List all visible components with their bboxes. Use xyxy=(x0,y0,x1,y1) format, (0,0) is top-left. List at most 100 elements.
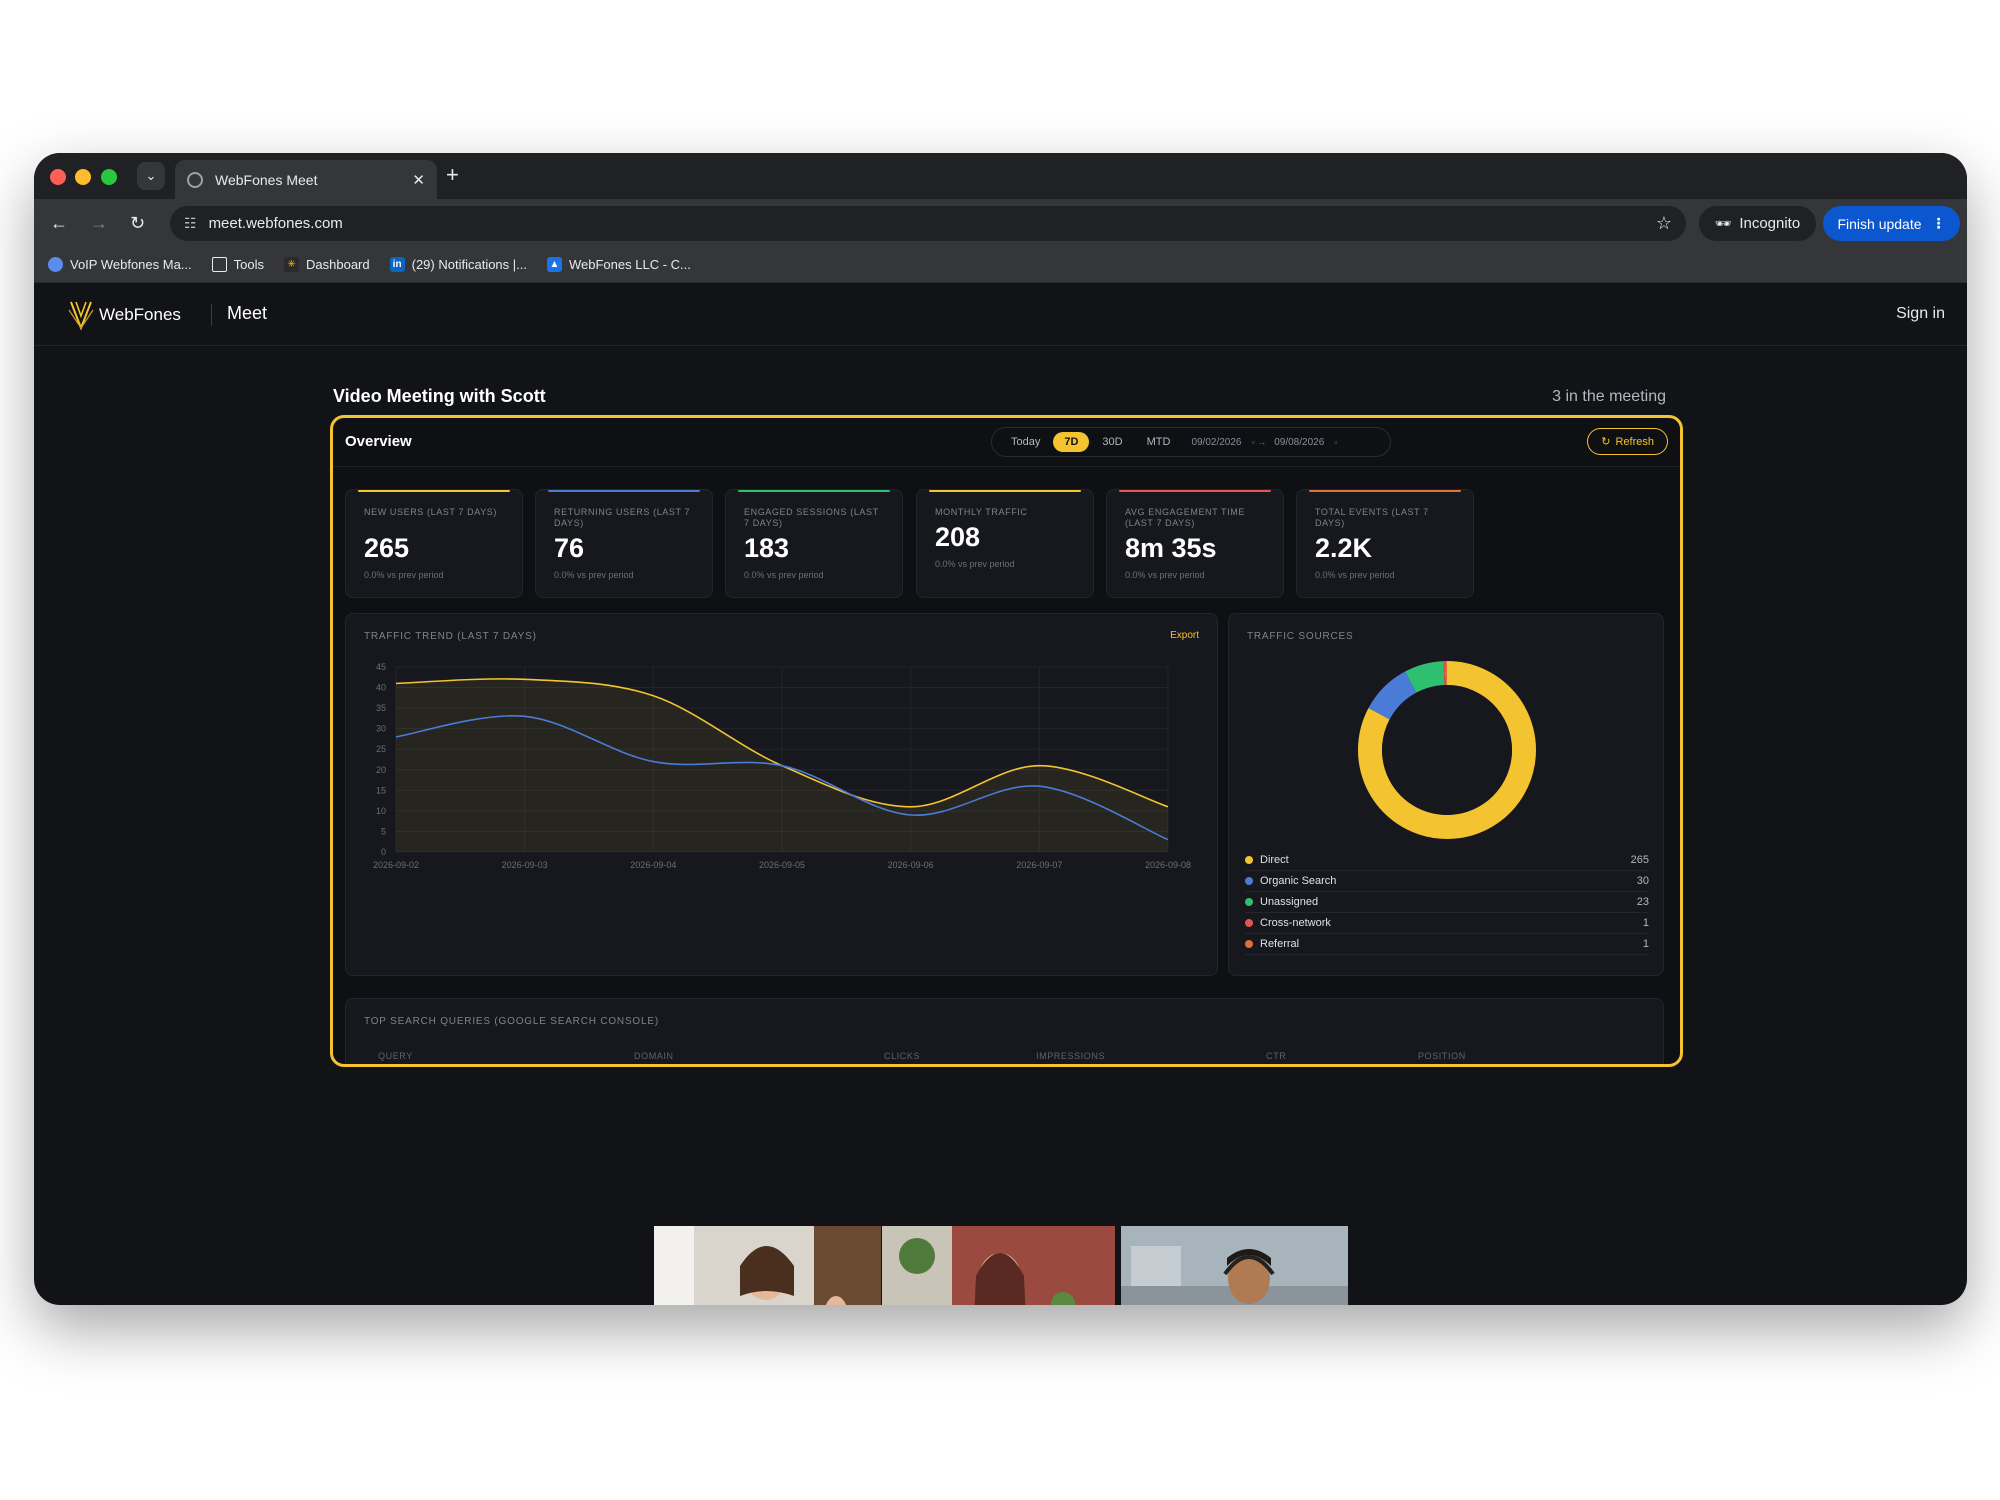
participant-tile-3[interactable] xyxy=(1121,1226,1348,1305)
incognito-label: Incognito xyxy=(1739,215,1801,232)
app-header: WebFones Meet Sign in xyxy=(34,284,1967,346)
kpi-card-total-events: TOTAL EVENTS (LAST 7 DAYS) 2.2K 0.0% vs … xyxy=(1296,489,1474,598)
kpi-accent-bar xyxy=(1119,490,1271,492)
y-tick-label: 0 xyxy=(381,847,386,857)
globe-icon xyxy=(48,257,63,272)
linkedin-icon: in xyxy=(389,257,405,272)
column-header-query[interactable]: QUERY xyxy=(378,1051,413,1061)
incognito-icon: 🕶 xyxy=(1714,215,1732,231)
sign-in-link[interactable]: Sign in xyxy=(1896,305,1945,323)
site-settings-icon[interactable]: ☷ xyxy=(184,215,197,232)
incognito-button[interactable]: 🕶 Incognito xyxy=(1699,206,1816,241)
kpi-label: RETURNING USERS (LAST 7 DAYS) xyxy=(554,507,691,528)
date-from-input[interactable]: 09/02/2026 xyxy=(1191,437,1241,448)
kpi-value: 183 xyxy=(744,533,790,563)
kpi-accent-bar xyxy=(548,490,700,492)
legend-label: Unassigned xyxy=(1260,896,1319,908)
url-text[interactable]: meet.webfones.com xyxy=(209,215,1656,232)
address-bar[interactable]: ☷ meet.webfones.com ☆ xyxy=(170,206,1686,241)
traffic-sources-donut-chart xyxy=(1358,660,1536,839)
legend-row-direct: Direct 265 xyxy=(1245,850,1649,871)
legend-row-referral: Referral 1 xyxy=(1245,934,1649,955)
legend-dot xyxy=(1245,919,1253,927)
y-tick-label: 15 xyxy=(376,785,386,795)
kpi-value: 76 xyxy=(554,533,585,563)
bookmark-label: (29) Notifications |... xyxy=(411,257,527,272)
column-header-domain[interactable]: DOMAIN xyxy=(634,1051,674,1061)
kpi-delta: 0.0% vs prev period xyxy=(1315,570,1395,580)
column-header-position[interactable]: POSITION xyxy=(1418,1051,1466,1061)
kpi-accent-bar xyxy=(358,490,510,492)
legend-label: Cross-network xyxy=(1260,917,1331,929)
refresh-label: Refresh xyxy=(1615,435,1654,448)
bookmark-label: Dashboard xyxy=(306,257,370,272)
bookmark-star-icon[interactable]: ☆ xyxy=(1656,213,1672,234)
y-tick-label: 30 xyxy=(376,724,386,734)
tab-search-chevron-icon[interactable]: ⌄ xyxy=(137,162,165,190)
forward-arrow-icon[interactable]: → xyxy=(90,211,108,235)
kpi-card-engaged-sessions: ENGAGED SESSIONS (LAST 7 DAYS) 183 0.0% … xyxy=(725,489,903,598)
range-today-button[interactable]: Today xyxy=(1000,432,1051,452)
legend-value: 1 xyxy=(1642,917,1649,929)
close-window-button[interactable] xyxy=(50,169,66,185)
refresh-icon: ↻ xyxy=(1601,436,1611,448)
participant-tile-1[interactable] xyxy=(654,1226,881,1305)
folder-icon xyxy=(211,257,227,272)
legend-dot xyxy=(1245,898,1253,906)
column-header-clicks[interactable]: CLICKS xyxy=(884,1051,920,1061)
bookmark-voip-webfones[interactable]: VoIP Webfones Ma... xyxy=(48,257,192,272)
legend-label: Referral xyxy=(1260,938,1300,950)
participant-tile-2[interactable] xyxy=(882,1226,1115,1305)
calendar-icon[interactable]: ▫ → xyxy=(1252,437,1267,447)
top-search-queries-panel: TOP SEARCH QUERIES (GOOGLE SEARCH CONSOL… xyxy=(345,998,1664,1064)
webfones-logo[interactable]: WebFones xyxy=(68,300,181,330)
y-tick-label: 5 xyxy=(381,826,386,836)
kpi-label: ENGAGED SESSIONS (LAST 7 DAYS) xyxy=(744,507,879,528)
x-tick-label: 2026-09-02 xyxy=(373,860,419,870)
brand-name: WebFones xyxy=(99,305,181,324)
bookmark-webfones-llc[interactable]: ▲ WebFones LLC - C... xyxy=(547,257,691,272)
finish-update-button[interactable]: Finish update ⋮ xyxy=(1823,206,1960,241)
close-icon[interactable]: ✕ xyxy=(412,171,425,189)
traffic-sources-legend: Direct 265 Organic Search 30 Unassigned … xyxy=(1245,850,1649,955)
finish-update-label: Finish update xyxy=(1837,215,1922,232)
x-tick-label: 2026-09-08 xyxy=(1145,860,1191,870)
kpi-card-monthly-traffic: MONTHLY TRAFFIC 208 0.0% vs prev period xyxy=(916,489,1094,598)
kpi-delta: 0.0% vs prev period xyxy=(1125,570,1205,580)
x-tick-label: 2026-09-06 xyxy=(888,860,934,870)
date-to-input[interactable]: 09/08/2026 xyxy=(1274,437,1324,448)
y-tick-label: 45 xyxy=(376,662,386,672)
bookmark-label: WebFones LLC - C... xyxy=(569,257,691,272)
column-header-ctr[interactable]: CTR xyxy=(1266,1051,1286,1061)
kpi-card-avg-engagement: AVG ENGAGEMENT TIME (LAST 7 DAYS) 8m 35s… xyxy=(1106,489,1284,598)
tab-webfones-meet[interactable]: WebFones Meet ✕ xyxy=(175,160,437,199)
y-tick-label: 25 xyxy=(376,744,386,754)
traffic-trend-panel: TRAFFIC TREND (LAST 7 DAYS) Export 0 5 10 1… xyxy=(345,613,1218,976)
webfones-favicon-icon: ▲ xyxy=(547,257,562,272)
range-30d-button[interactable]: 30D xyxy=(1091,432,1133,452)
kpi-value: 8m 35s xyxy=(1125,533,1217,563)
maximize-window-button[interactable] xyxy=(101,169,117,185)
x-tick-label: 2026-09-03 xyxy=(502,860,548,870)
participant-video-3 xyxy=(1121,1226,1348,1305)
screenshot-stage: ⌄ WebFones Meet ✕ + ← → ↻ ☷ meet.webfone… xyxy=(0,0,2000,1500)
bookmark-dashboard[interactable]: ✳ Dashboard xyxy=(284,257,370,272)
tab-strip: ⌄ WebFones Meet ✕ + xyxy=(34,153,1967,199)
range-mtd-button[interactable]: MTD xyxy=(1136,432,1182,452)
bookmark-tools[interactable]: Tools xyxy=(211,257,264,272)
x-tick-label: 2026-09-04 xyxy=(630,860,676,870)
calendar-icon[interactable]: ▫ xyxy=(1334,437,1337,447)
participant-video-2 xyxy=(882,1226,1115,1305)
legend-label: Organic Search xyxy=(1260,875,1337,887)
reload-icon[interactable]: ↻ xyxy=(130,211,145,235)
column-header-impressions[interactable]: IMPRESSIONS xyxy=(1036,1051,1105,1061)
refresh-button[interactable]: ↻ Refresh xyxy=(1587,428,1668,455)
minimize-window-button[interactable] xyxy=(75,169,91,185)
new-tab-button[interactable]: + xyxy=(446,161,459,189)
range-7d-button[interactable]: 7D xyxy=(1053,432,1090,452)
x-tick-label: 2026-09-07 xyxy=(1016,860,1062,870)
back-arrow-icon[interactable]: ← xyxy=(50,211,68,235)
bookmark-linkedin[interactable]: in (29) Notifications |... xyxy=(389,257,527,272)
kpi-delta: 0.0% vs prev period xyxy=(554,570,634,580)
kpi-label: MONTHLY TRAFFIC xyxy=(935,507,1028,517)
